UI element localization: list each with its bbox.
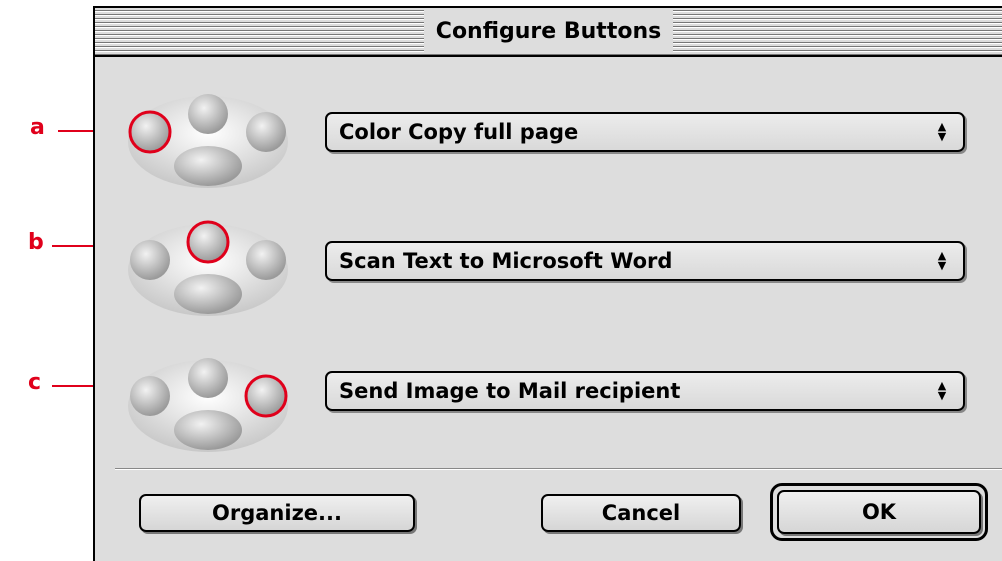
cancel-button[interactable]: Cancel — [541, 494, 741, 532]
action-popup-b[interactable]: Scan Text to Microsoft Word ▲ ▼ — [325, 241, 965, 281]
scanner-button-cluster-icon-b — [128, 220, 288, 316]
action-popup-c[interactable]: Send Image to Mail recipient ▲ ▼ — [325, 371, 965, 411]
updown-arrows-icon: ▲ ▼ — [937, 120, 947, 143]
updown-arrows-icon: ▲ ▼ — [937, 249, 947, 272]
callout-label-a: a — [30, 115, 45, 140]
action-popup-c-value: Send Image to Mail recipient — [339, 379, 681, 403]
footer-divider — [115, 468, 1002, 470]
organize-button[interactable]: Organize... — [139, 494, 415, 532]
configure-buttons-dialog: Configure Buttons Color Copy full page ▲… — [93, 6, 1002, 561]
action-popup-a[interactable]: Color Copy full page ▲ ▼ — [325, 112, 965, 152]
scanner-button-cluster-icon-a — [128, 94, 288, 188]
updown-arrows-icon: ▲ ▼ — [937, 379, 947, 402]
callout-label-b: b — [28, 230, 44, 255]
scanner-button-cluster-icon-c — [128, 358, 288, 452]
title-bar[interactable]: Configure Buttons — [95, 8, 1002, 57]
action-popup-a-value: Color Copy full page — [339, 120, 579, 144]
dialog-title: Configure Buttons — [423, 9, 674, 54]
callout-label-c: c — [28, 370, 42, 395]
action-popup-b-value: Scan Text to Microsoft Word — [339, 249, 673, 273]
ok-button[interactable]: OK — [777, 490, 981, 534]
